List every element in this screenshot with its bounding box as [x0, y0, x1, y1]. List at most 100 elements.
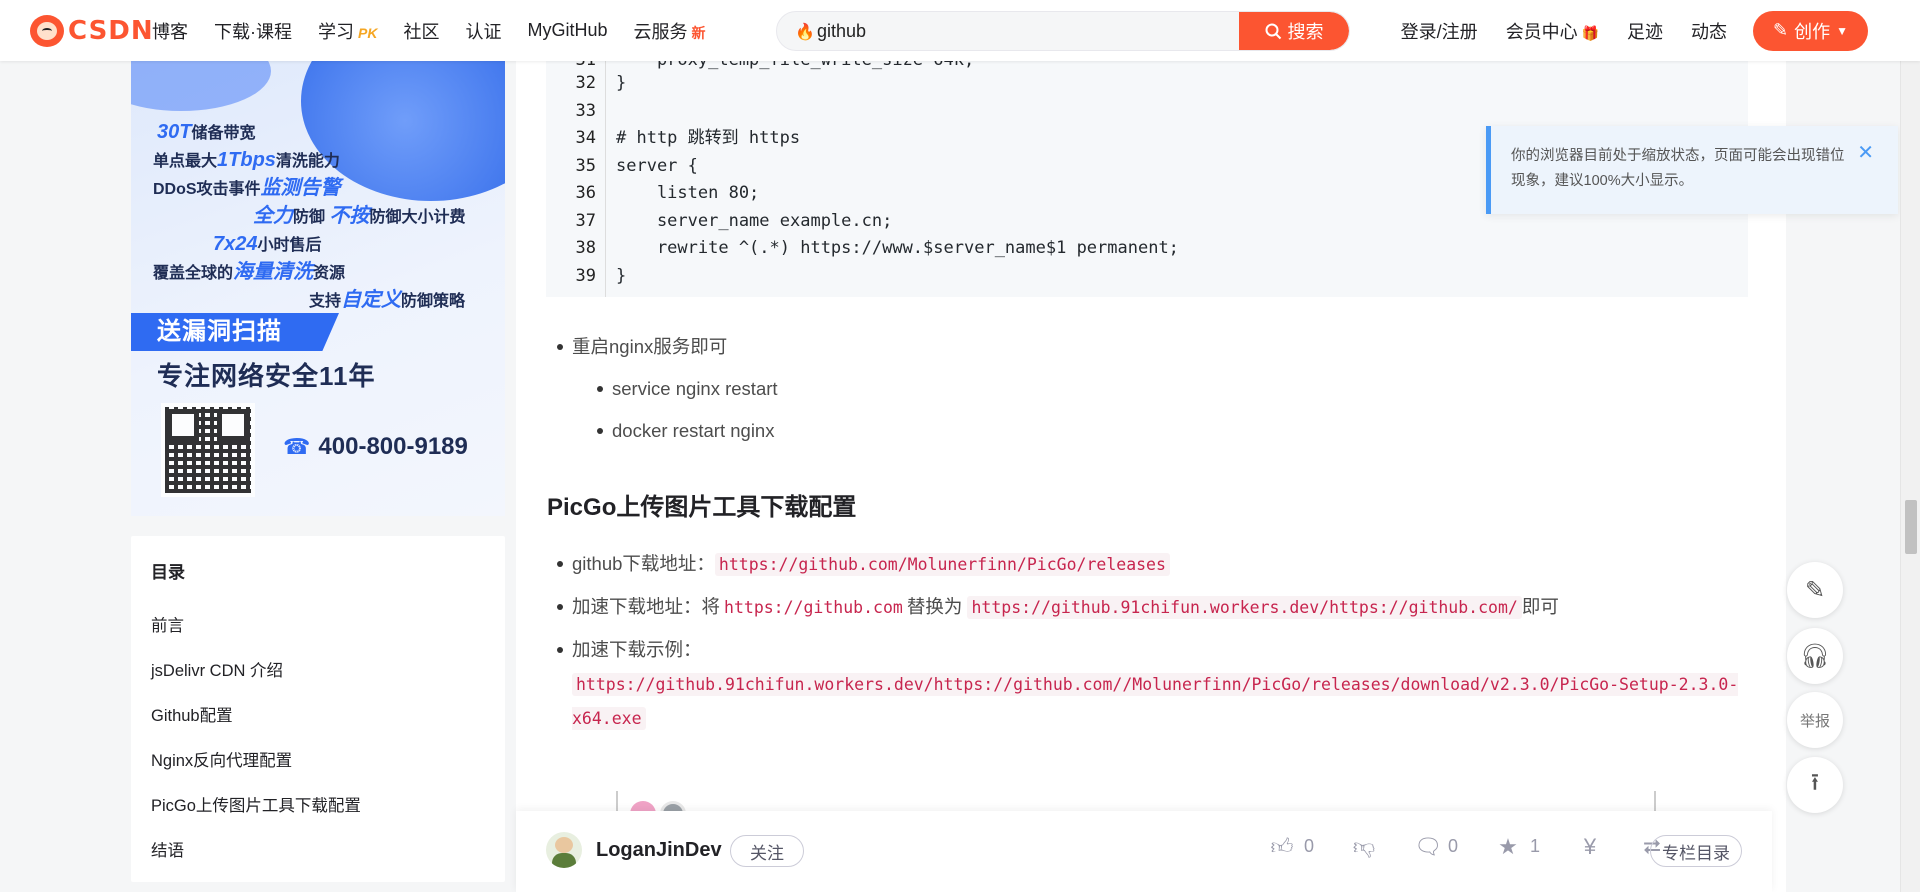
ad-wave-graphic: [131, 61, 271, 111]
search-button[interactable]: 搜索: [1239, 12, 1349, 50]
search-icon: [1265, 23, 1281, 39]
original-url: https://github.com: [724, 598, 903, 617]
nav-item-learn[interactable]: 学习 PK: [318, 18, 377, 44]
search-button-label: 搜索: [1287, 22, 1324, 42]
ad-line: 单点最大1Tbps清洗能力: [153, 149, 340, 171]
ad-line: 30T储备带宽: [157, 121, 256, 143]
footprint-link[interactable]: 足迹: [1627, 18, 1663, 44]
toc-item[interactable]: 前言: [151, 612, 361, 657]
logo-text: CSDN: [68, 16, 154, 46]
nav-item-certify[interactable]: 认证: [465, 18, 501, 44]
pk-badge: PK: [358, 24, 378, 41]
nav-item-cloud[interactable]: 云服务新: [633, 18, 705, 44]
ad-line: 7x24小时售后: [213, 233, 322, 255]
toc-item[interactable]: PicGo上传图片工具下载配置: [151, 792, 361, 837]
main-nav: 博客 下载·课程 学习 PK 社区 认证 MyGitHub 云服务新: [152, 0, 731, 61]
hot-fire-icon: 🔥: [795, 24, 815, 41]
back-to-top-button[interactable]: ⭱: [1787, 757, 1843, 813]
toc-list: 前言 jsDelivr CDN 介绍 Github配置 Nginx反向代理配置 …: [151, 612, 361, 882]
toc-item[interactable]: jsDelivr CDN 介绍: [151, 657, 361, 702]
right-nav: 登录/注册 会员中心 🎁 足迹 动态 ✎ 创作 ▼: [1373, 0, 1868, 61]
restart-sublist: service nginx restart docker restart ngi…: [597, 368, 778, 452]
login-link[interactable]: 登录/注册: [1401, 18, 1478, 44]
download-url[interactable]: https://github.com/Molunerfinn/PicGo/rel…: [714, 553, 1170, 576]
qr-code: [161, 403, 255, 497]
ad-phone: ☎ 400-800-9189: [283, 433, 468, 460]
yen-icon: ¥: [1583, 833, 1597, 859]
vip-center-link[interactable]: 会员中心 🎁: [1506, 18, 1599, 44]
follow-button[interactable]: 关注: [730, 835, 804, 867]
example-url[interactable]: https://github.91chifun.workers.dev/http…: [572, 673, 1739, 730]
list-item: service nginx restart: [597, 368, 778, 410]
toc-title: 目录: [151, 563, 185, 582]
sidebar-ad[interactable]: 30T储备带宽 单点最大1Tbps清洗能力 DDoS攻击事件监测告警 全力防御 …: [131, 61, 505, 516]
ad-feature-list: 30T储备带宽 单点最大1Tbps清洗能力 DDoS攻击事件监测告警 全力防御 …: [153, 119, 466, 315]
reward-button[interactable]: ¥: [1578, 834, 1602, 860]
caret-down-icon: ▼: [1836, 23, 1848, 38]
favorite-count: 1: [1530, 836, 1541, 856]
toast-message: 你的浏览器目前处于缩放状态，页面可能会出现错位现象，建议100%大小显示。: [1511, 148, 1845, 189]
gift-icon: 🎁: [1577, 24, 1600, 41]
headset-icon: 🎧︎: [1799, 642, 1831, 670]
article-actions: 👍︎ 0 👎︎ 🗨︎ 0 ★ 1 ¥ ⮂: [1270, 833, 1702, 860]
create-label: 创作: [1794, 21, 1831, 42]
like-count: 0: [1304, 836, 1315, 856]
favorite-button[interactable]: ★ 1: [1496, 834, 1540, 860]
section-heading: PicGo上传图片工具下载配置: [547, 494, 857, 521]
thumbs-down-icon: 👎︎: [1352, 834, 1376, 859]
nav-item-download[interactable]: 下载·课程: [214, 18, 292, 44]
toc-item[interactable]: Nginx反向代理配置: [151, 747, 361, 792]
column-toc-button[interactable]: 专栏目录: [1650, 835, 1742, 867]
arrow-up-icon: ⭱: [1810, 768, 1820, 796]
nav-item-community[interactable]: 社区: [403, 18, 439, 44]
dislike-button[interactable]: 👎︎: [1352, 833, 1376, 860]
page-scrollbar[interactable]: [1900, 0, 1920, 892]
nav-item-blog[interactable]: 博客: [152, 18, 188, 44]
star-icon: ★: [1498, 833, 1518, 859]
author-toolbar: LoganJinDev 关注 👍︎ 0 👎︎ 🗨︎ 0 ★ 1 ¥ ⮂ 专栏目录: [516, 811, 1772, 892]
picgo-list: github下载地址： https://github.com/Molunerfin…: [557, 543, 1742, 735]
proxy-url: https://github.91chifun.workers.dev/http…: [967, 596, 1522, 619]
zoom-warning-toast: 你的浏览器目前处于缩放状态，页面可能会出现错位现象，建议100%大小显示。 ✕: [1486, 126, 1898, 214]
support-float-button[interactable]: 🎧︎: [1787, 628, 1843, 684]
list-item: 重启nginx服务即可 service nginx restart docker…: [557, 326, 778, 452]
restart-list: 重启nginx服务即可 service nginx restart docker…: [557, 326, 778, 452]
csdn-logo[interactable]: CSDN: [30, 14, 154, 48]
author-name[interactable]: LoganJinDev: [596, 839, 722, 862]
thumbs-up-icon: 👍︎: [1270, 834, 1294, 859]
new-badge: 新: [691, 24, 706, 41]
nav-item-mygithub[interactable]: MyGitHub: [527, 20, 607, 41]
like-button[interactable]: 👍︎ 0: [1270, 833, 1315, 860]
list-item: github下载地址： https://github.com/Molunerfin…: [557, 543, 1742, 586]
phone-icon: ☎: [283, 434, 311, 459]
ad-subtitle: 专注网络安全11年: [157, 361, 376, 391]
ad-line: DDoS攻击事件监测告警: [153, 177, 341, 199]
report-float-button[interactable]: 举报: [1787, 692, 1843, 748]
ad-line: 支持自定义防御策略: [309, 289, 466, 311]
example-url-block: https://github.91chifun.workers.dev/http…: [572, 667, 1742, 735]
comment-button[interactable]: 🗨︎ 0: [1414, 834, 1458, 860]
author-avatar[interactable]: [546, 832, 582, 868]
list-item: 加速下载示例： https://github.91chifun.workers.…: [557, 629, 1742, 735]
list-item: docker restart nginx: [597, 410, 778, 452]
toc-item[interactable]: Github配置: [151, 702, 361, 747]
ad-banner: 送漏洞扫描: [131, 313, 339, 351]
scrollbar-thumb[interactable]: [1905, 500, 1917, 554]
ad-line: 覆盖全球的海量清洗资源: [153, 261, 346, 283]
table-of-contents: 目录 前言 jsDelivr CDN 介绍 Github配置 Nginx反向代理…: [131, 536, 505, 882]
edit-icon: ✎: [1804, 576, 1826, 604]
create-button[interactable]: ✎ 创作 ▼: [1753, 10, 1868, 51]
search-box: 🔥 搜索: [776, 11, 1350, 51]
edit-float-button[interactable]: ✎: [1787, 562, 1843, 618]
csdn-mascot-icon: [30, 15, 64, 47]
top-navbar: CSDN 博客 下载·课程 学习 PK 社区 认证 MyGitHub 云服务新 🔥…: [0, 0, 1920, 61]
ad-line: 全力防御 不按防御大小计费: [253, 205, 466, 227]
toc-item[interactable]: 结语: [151, 837, 361, 882]
comment-icon: 🗨︎: [1414, 833, 1442, 859]
dynamic-link[interactable]: 动态: [1691, 18, 1727, 44]
search-input[interactable]: [817, 12, 1237, 50]
close-icon[interactable]: ✕: [1857, 140, 1874, 165]
comment-count: 0: [1448, 836, 1459, 856]
list-item: 加速下载地址：将 https://github.com 替换为 https://gi…: [557, 586, 1742, 629]
pen-icon: ✎: [1773, 20, 1789, 40]
